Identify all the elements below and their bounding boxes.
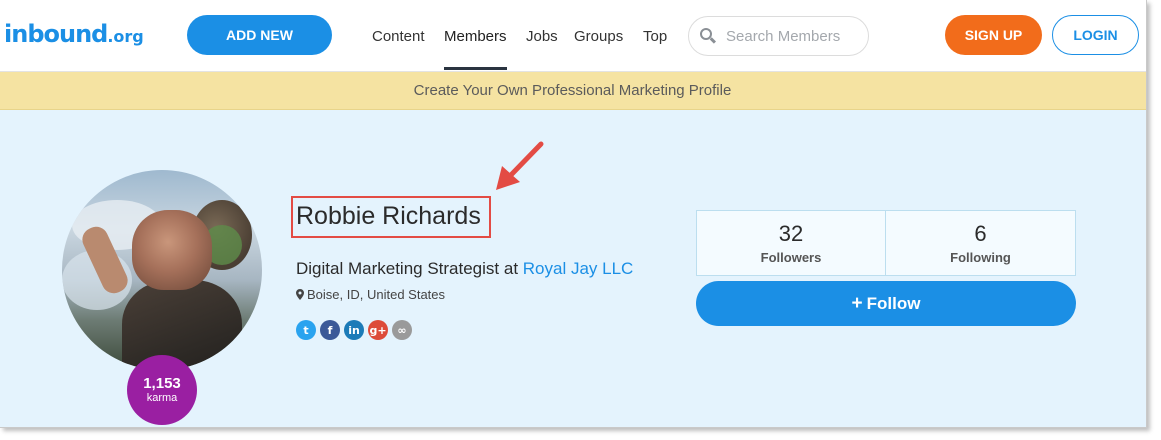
logo-text: inbound	[4, 20, 108, 48]
create-profile-banner[interactable]: Create Your Own Professional Marketing P…	[0, 72, 1146, 110]
following-count: 6	[974, 221, 987, 246]
annotation-arrow-icon	[496, 141, 544, 190]
location-text: Boise, ID, United States	[307, 287, 446, 302]
karma-badge: 1,153 karma	[127, 355, 197, 425]
search-input[interactable]	[726, 27, 856, 45]
nav-jobs[interactable]: Jobs	[526, 0, 558, 72]
search-icon	[699, 27, 717, 45]
avatar	[62, 170, 262, 370]
follow-label: Follow	[866, 293, 921, 313]
site-logo[interactable]: inbound.org	[4, 20, 144, 48]
nav-members[interactable]: Members	[444, 0, 507, 72]
sign-up-button[interactable]: SIGN UP	[945, 15, 1042, 55]
active-nav-indicator	[444, 67, 507, 70]
search-box[interactable]	[688, 16, 869, 56]
plus-icon: +	[851, 292, 863, 314]
banner-text: Create Your Own Professional Marketing P…	[413, 82, 732, 99]
nav-groups[interactable]: Groups	[574, 0, 623, 72]
profile-section: 1,153 karma Robbie Richards Digital Mark…	[0, 110, 1146, 427]
login-button[interactable]: LOGIN	[1052, 15, 1139, 55]
member-name: Robbie Richards	[296, 202, 481, 230]
follow-button[interactable]: + Follow	[696, 281, 1076, 326]
nav-content[interactable]: Content	[372, 0, 425, 72]
google-plus-icon[interactable]: g+	[368, 320, 388, 340]
facebook-icon[interactable]: f	[320, 320, 340, 340]
link-icon[interactable]: ∞	[392, 320, 412, 340]
karma-label: karma	[146, 391, 178, 404]
followers-count: 32	[778, 221, 804, 246]
nav-top[interactable]: Top	[643, 0, 667, 72]
member-job-title: Digital Marketing Strategist at Royal Ja…	[296, 259, 633, 279]
page-frame: inbound.org ADD NEW Content Members Jobs…	[0, 0, 1147, 428]
following-label: Following	[950, 250, 1011, 265]
logo-tld: .org	[107, 27, 144, 46]
top-nav-bar: inbound.org ADD NEW Content Members Jobs…	[0, 0, 1146, 72]
job-title-text: Digital Marketing Strategist at	[296, 259, 523, 278]
linkedin-icon[interactable]: in	[344, 320, 364, 340]
add-new-button[interactable]: ADD NEW	[187, 15, 332, 55]
followers-stat[interactable]: 32 Followers	[696, 210, 886, 276]
company-link[interactable]: Royal Jay LLC	[523, 259, 634, 278]
twitter-icon[interactable]: t	[296, 320, 316, 340]
social-links: t f in g+ ∞	[296, 320, 412, 340]
following-stat[interactable]: 6 Following	[885, 210, 1076, 276]
follow-stats: 32 Followers 6 Following	[696, 210, 1076, 276]
member-location: Boise, ID, United States	[296, 287, 445, 302]
location-pin-icon	[296, 289, 304, 300]
followers-label: Followers	[760, 250, 822, 265]
karma-value: 1,153	[143, 374, 181, 392]
